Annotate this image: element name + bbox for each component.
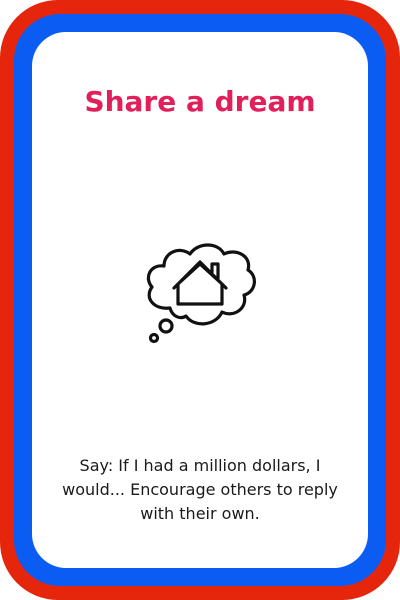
house-icon [172, 260, 228, 306]
thought-bubble-small-icon [158, 318, 174, 334]
thought-cloud-icon [146, 243, 256, 326]
card-title: Share a dream [84, 85, 316, 118]
thought-bubble-tiny-icon [148, 332, 160, 344]
thought-bubble-house-icon [140, 238, 260, 348]
card-prompt-text: Say: If I had a million dollars, I would… [62, 456, 338, 523]
